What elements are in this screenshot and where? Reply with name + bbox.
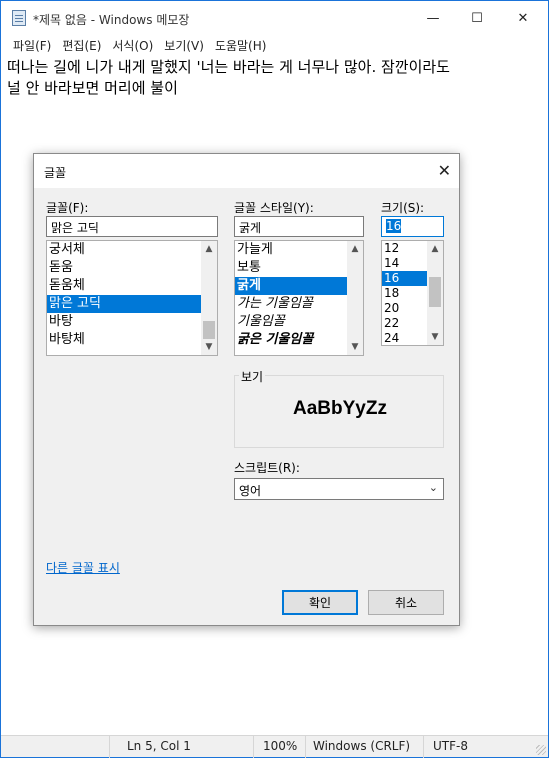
font-list-item[interactable]: 바탕 (47, 313, 217, 331)
status-divider (423, 736, 424, 758)
scroll-down-icon[interactable]: ▼ (427, 329, 443, 345)
script-value: 영어 (239, 484, 262, 498)
status-zoom: 100% (263, 739, 298, 753)
size-list-scrollbar[interactable]: ▲ ▼ (427, 241, 443, 345)
style-list-item-selected[interactable]: 굵게 (235, 277, 363, 295)
title-bar[interactable]: *제목 없음 - Windows 메모장 — ☐ ✕ (1, 1, 548, 35)
font-list-item[interactable]: 궁서체 (47, 241, 217, 259)
scroll-down-icon[interactable]: ▼ (201, 339, 217, 355)
minimize-button[interactable]: — (410, 1, 456, 35)
style-list-item[interactable]: 보통 (235, 259, 363, 277)
editor-scrollbar[interactable] (531, 55, 548, 735)
editor-line: 떠나는 길에 니가 내게 말했지 '너는 바라는 게 너무나 많아. 잠깐이라도 (7, 58, 450, 76)
font-size-value: 16 (386, 219, 402, 233)
scroll-thumb[interactable] (203, 321, 215, 339)
style-list-item[interactable]: 가늘게 (235, 241, 363, 259)
style-list-scrollbar[interactable]: ▲ ▼ (347, 241, 363, 355)
font-list-item[interactable]: 돋움 (47, 259, 217, 277)
editor-line: 널 안 바라보면 머리에 불이 (7, 79, 178, 97)
scroll-up-icon[interactable]: ▲ (201, 241, 217, 257)
font-label: 글꼴(F): (46, 201, 89, 215)
font-style-input[interactable]: 굵게 (234, 216, 364, 237)
status-divider (253, 736, 254, 758)
font-list-item[interactable]: 바탕체 (47, 331, 217, 349)
preview-group: AaBbYyZz (234, 375, 444, 448)
menu-bar: 파일(F) 편집(E) 서식(O) 보기(V) 도움말(H) (1, 35, 548, 55)
status-bar: Ln 5, Col 1 100% Windows (CRLF) UTF-8 (1, 735, 548, 758)
dialog-title-bar[interactable]: 글꼴 ✕ (34, 154, 459, 188)
scroll-thumb[interactable] (429, 277, 441, 307)
style-list-item[interactable]: 가는 기울임꼴 (235, 295, 363, 313)
dialog-title: 글꼴 (44, 166, 67, 180)
dialog-close-button[interactable]: ✕ (438, 161, 451, 180)
size-list-item-selected[interactable]: 16 (382, 271, 427, 286)
status-line-ending: Windows (CRLF) (313, 739, 411, 753)
script-select[interactable]: 영어 ⌄ (234, 478, 444, 500)
maximize-button[interactable]: ☐ (454, 1, 500, 35)
status-encoding: UTF-8 (433, 739, 468, 753)
status-divider (305, 736, 306, 758)
menu-view[interactable]: 보기(V) (160, 35, 208, 55)
script-label: 스크립트(R): (234, 461, 300, 475)
menu-file[interactable]: 파일(F) (9, 35, 55, 55)
font-dialog: 글꼴 ✕ 글꼴(F): 맑은 고딕 궁서체 돋움 돋움체 맑은 고딕 바탕 바탕… (33, 153, 460, 626)
cancel-button[interactable]: 취소 (368, 590, 444, 615)
size-label: 크기(S): (381, 201, 425, 215)
show-more-fonts-link[interactable]: 다른 글꼴 표시 (46, 559, 120, 576)
ok-button[interactable]: 확인 (282, 590, 358, 615)
scroll-up-icon[interactable]: ▲ (427, 241, 443, 257)
font-style-list[interactable]: 가늘게 보통 굵게 가는 기울임꼴 기울임꼴 굵은 기울임꼴 ▲ ▼ (234, 240, 364, 356)
status-position: Ln 5, Col 1 (127, 739, 191, 753)
font-list[interactable]: 궁서체 돋움 돋움체 맑은 고딕 바탕 바탕체 ▲ ▼ (46, 240, 218, 356)
preview-sample-text: AaBbYyZz (293, 398, 387, 419)
resize-grip-icon[interactable] (536, 745, 546, 755)
style-list-item[interactable]: 기울임꼴 (235, 313, 363, 331)
menu-help[interactable]: 도움말(H) (211, 35, 271, 55)
menu-format[interactable]: 서식(O) (108, 35, 157, 55)
window-title: *제목 없음 - Windows 메모장 (33, 13, 190, 27)
close-button[interactable]: ✕ (500, 1, 546, 35)
style-label: 글꼴 스타일(Y): (234, 201, 314, 215)
status-divider (109, 736, 110, 758)
notepad-icon (12, 10, 26, 26)
preview-label: 보기 (239, 368, 266, 385)
style-list-item[interactable]: 굵은 기울임꼴 (235, 331, 363, 349)
font-size-list[interactable]: 12 14 16 18 20 22 24 ▲ ▼ (381, 240, 444, 346)
font-list-item[interactable]: 돋움체 (47, 277, 217, 295)
font-name-input[interactable]: 맑은 고딕 (46, 216, 218, 237)
font-size-input[interactable]: 16 (381, 216, 444, 237)
menu-edit[interactable]: 편집(E) (58, 35, 105, 55)
scroll-up-icon[interactable]: ▲ (347, 241, 363, 257)
font-list-item-selected[interactable]: 맑은 고딕 (47, 295, 217, 313)
font-list-scrollbar[interactable]: ▲ ▼ (201, 241, 217, 355)
scroll-down-icon[interactable]: ▼ (347, 339, 363, 355)
chevron-down-icon: ⌄ (428, 481, 438, 494)
